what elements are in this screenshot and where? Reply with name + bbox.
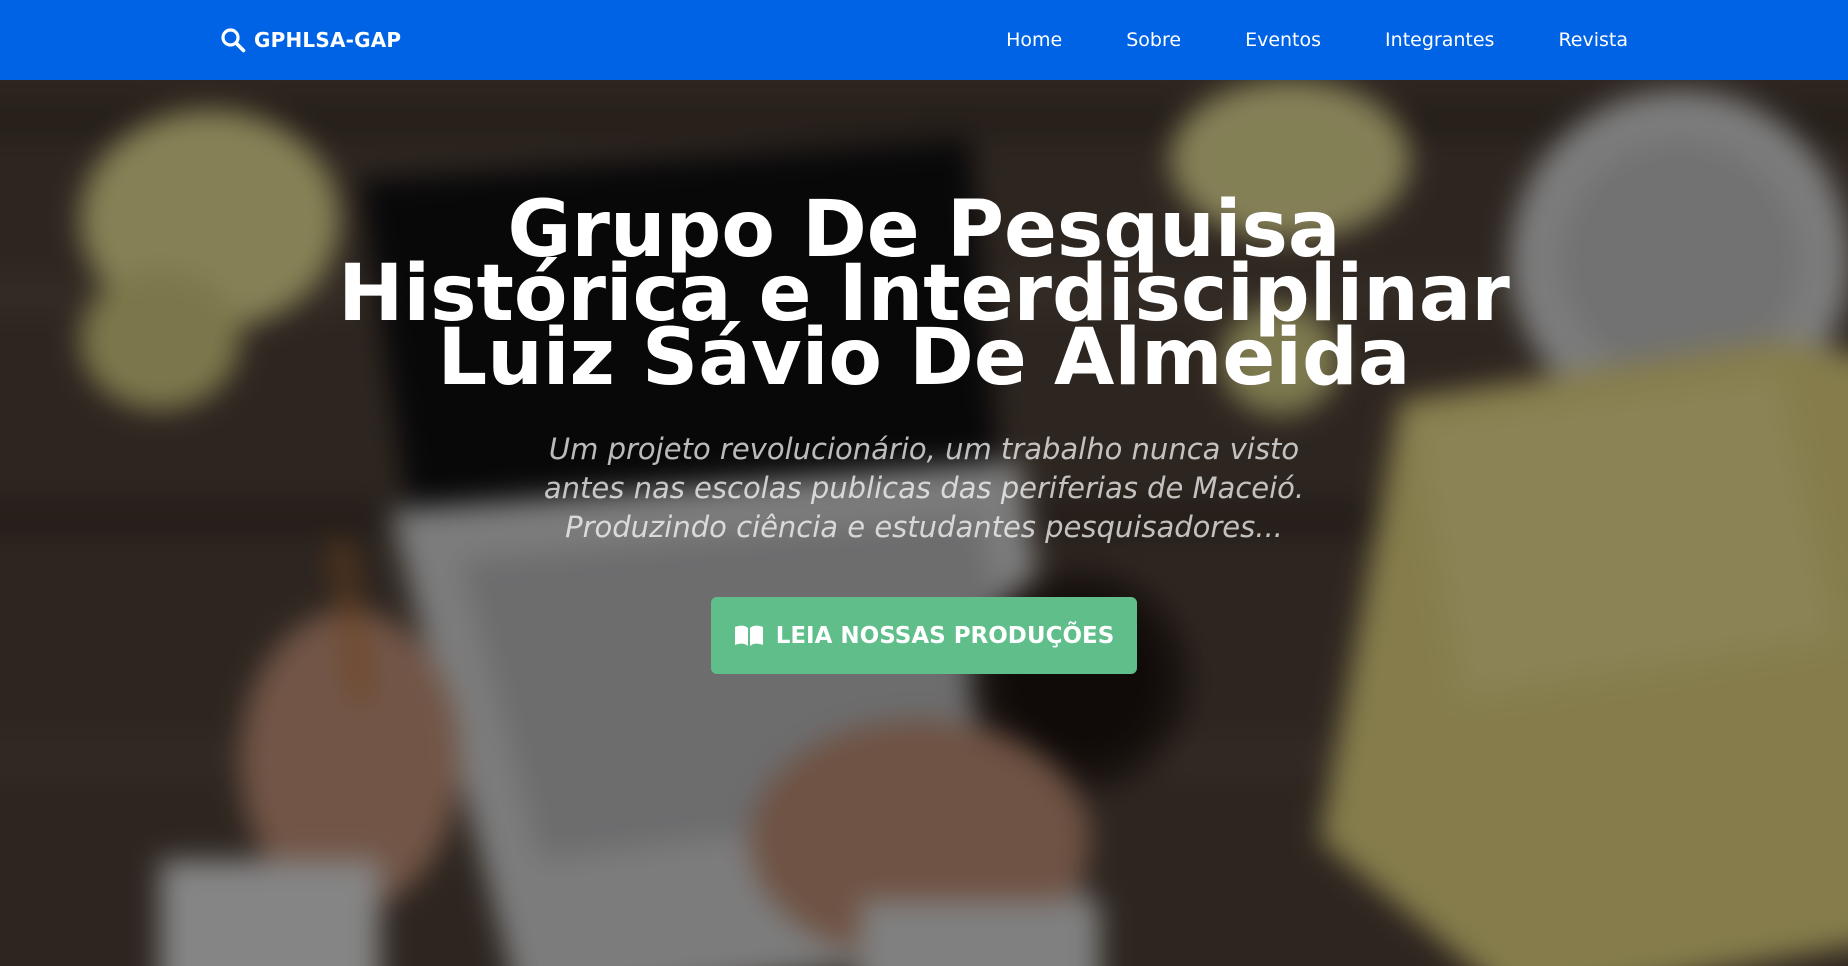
read-productions-label: LEIA NOSSAS PRODUÇÕES <box>775 622 1115 649</box>
nav-link-eventos[interactable]: Eventos <box>1245 29 1321 51</box>
nav-link-sobre[interactable]: Sobre <box>1126 29 1181 51</box>
hero-content: Grupo De Pesquisa Histórica e Interdisci… <box>0 80 1848 674</box>
book-icon <box>734 625 763 646</box>
hero-section: Grupo De Pesquisa Histórica e Interdisci… <box>0 80 1848 966</box>
brand-link[interactable]: GPHLSA-GAP <box>220 0 401 80</box>
brand-label: GPHLSA-GAP <box>254 28 402 52</box>
read-productions-button[interactable]: LEIA NOSSAS PRODUÇÕES <box>711 597 1137 674</box>
navbar: GPHLSA-GAP Home Sobre Eventos Integrante… <box>0 0 1848 80</box>
hero-title: Grupo De Pesquisa Histórica e Interdisci… <box>338 185 1510 403</box>
nav-link-revista[interactable]: Revista <box>1558 29 1628 51</box>
nav-link-home[interactable]: Home <box>1006 29 1062 51</box>
search-icon <box>221 28 246 53</box>
nav-menu: Home Sobre Eventos Integrantes Revista <box>942 0 1628 80</box>
hero-subtitle: Um projeto revolucionário, um trabalho n… <box>543 432 1305 544</box>
nav-link-integrantes[interactable]: Integrantes <box>1385 29 1494 51</box>
